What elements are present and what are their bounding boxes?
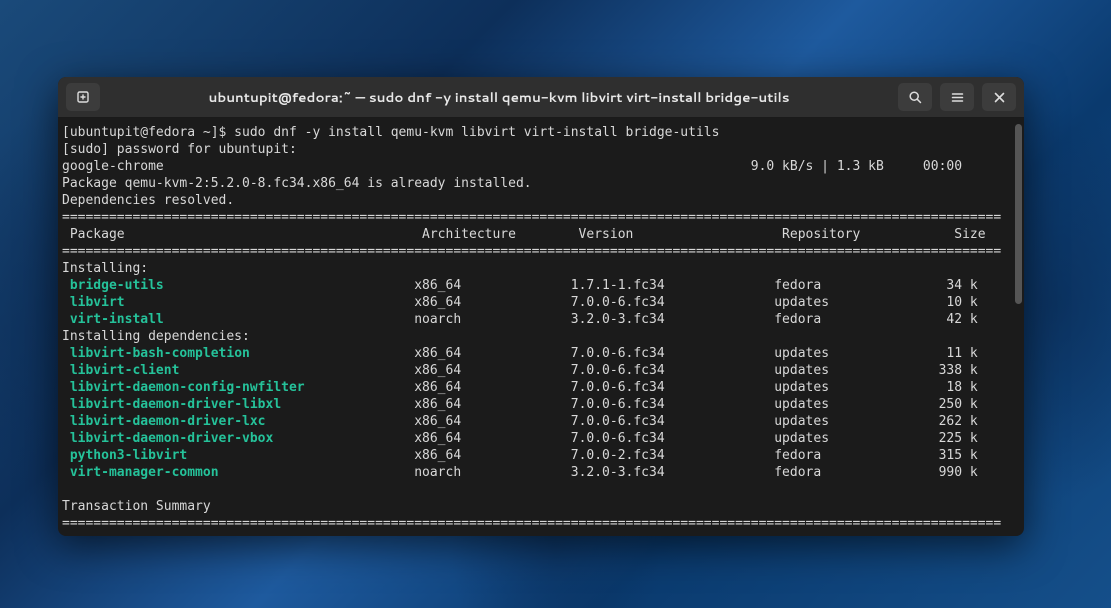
close-icon xyxy=(993,91,1006,104)
search-icon xyxy=(908,90,923,105)
new-tab-button[interactable] xyxy=(66,83,100,111)
new-tab-icon xyxy=(76,90,91,105)
terminal-content: [ubuntupit@fedora ~]$ sudo dnf -y instal… xyxy=(58,118,1024,536)
titlebar: ubuntupit@fedora:~ — sudo dnf -y install… xyxy=(58,77,1024,118)
search-button[interactable] xyxy=(898,83,932,111)
scrollbar-thumb[interactable] xyxy=(1015,124,1022,304)
terminal-window: ubuntupit@fedora:~ — sudo dnf -y install… xyxy=(58,77,1024,536)
window-title: ubuntupit@fedora:~ — sudo dnf -y install… xyxy=(108,88,890,107)
terminal-viewport[interactable]: [ubuntupit@fedora ~]$ sudo dnf -y instal… xyxy=(58,118,1024,536)
close-button[interactable] xyxy=(982,83,1016,111)
menu-button[interactable] xyxy=(940,83,974,111)
hamburger-icon xyxy=(950,90,965,105)
